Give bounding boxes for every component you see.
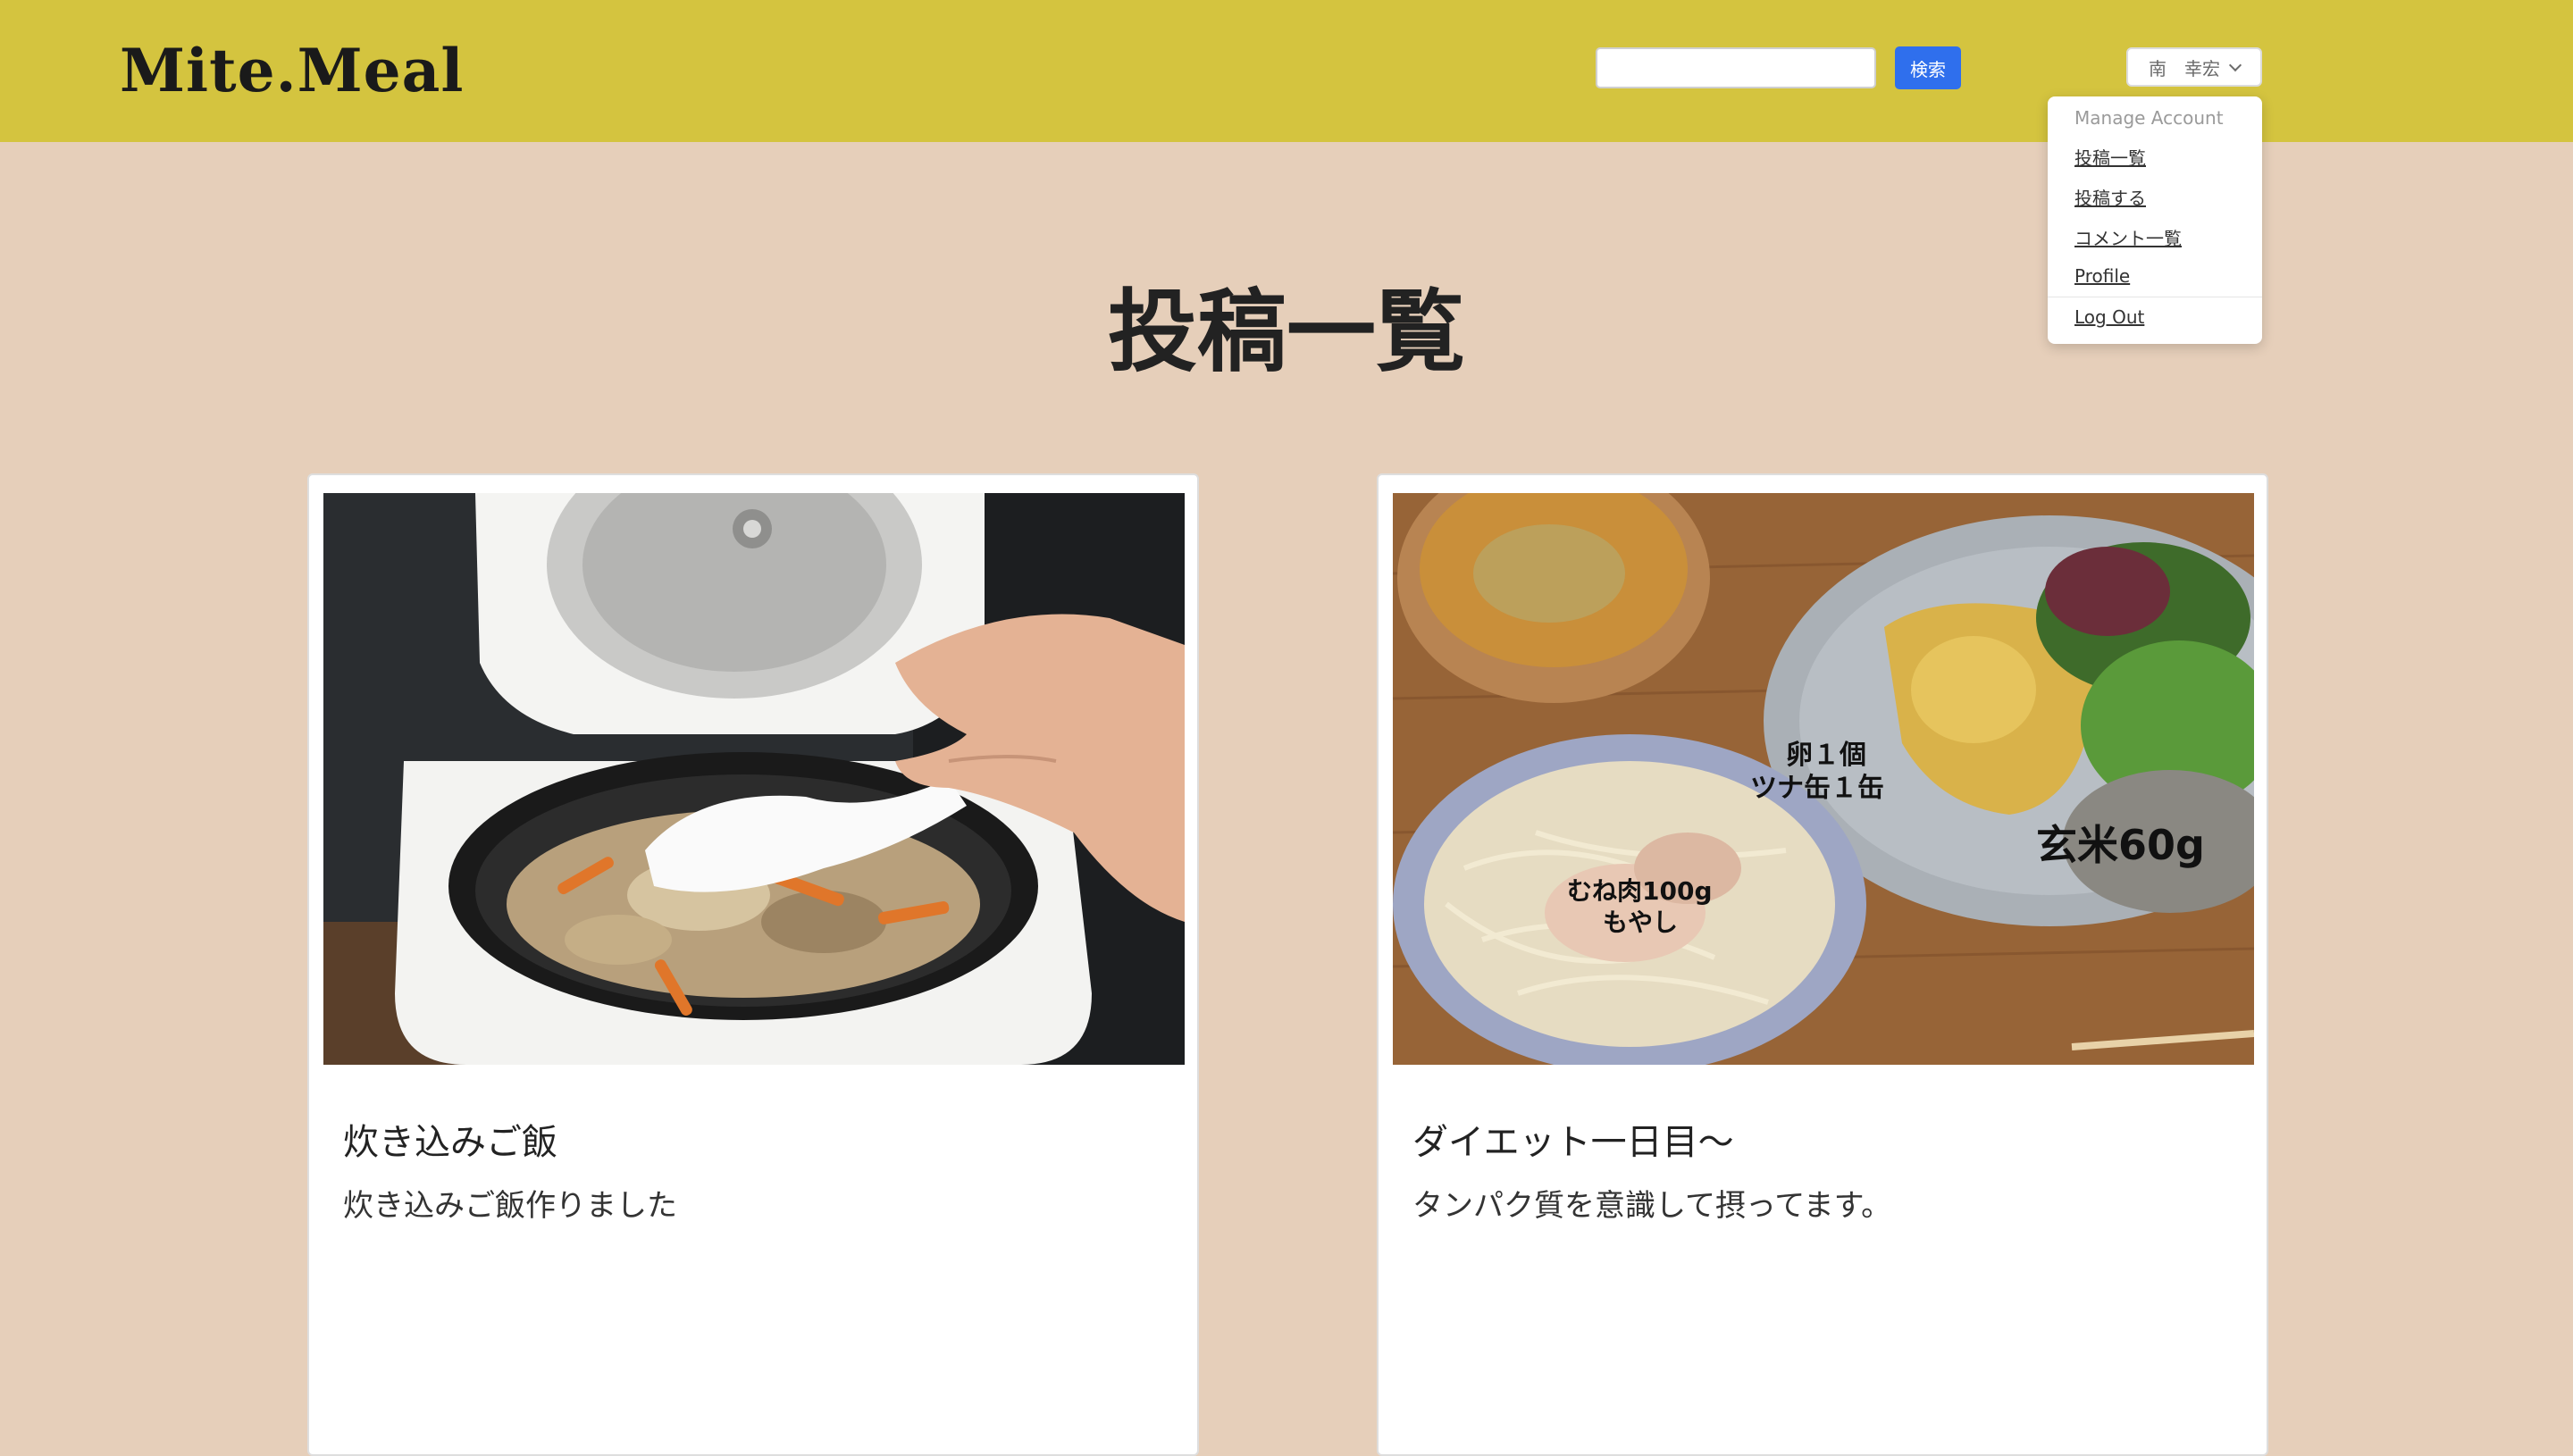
search-input[interactable] [1596,47,1876,88]
diet-meal-photo: 卵１個 ツナ缶１缶 玄米60g むね肉100g もやし [1393,493,2254,1065]
overlay-tuna: ツナ缶１缶 [1750,773,1884,804]
menu-item-comments[interactable]: コメント一覧 [2074,224,2182,250]
manage-account-label: Manage Account [2074,107,2224,129]
overlay-egg: 卵１個 [1786,740,1866,771]
menu-item-posts[interactable]: 投稿一覧 [2074,144,2146,170]
site-logo[interactable]: Mite.Meal [120,36,464,105]
post-title: 炊き込みご飯 [343,1122,557,1163]
post-body: 炊き込みご飯作りました [343,1188,677,1224]
menu-item-new-post[interactable]: 投稿する [2074,184,2146,210]
chevron-down-icon [2228,58,2242,71]
post-card[interactable]: 卵１個 ツナ缶１缶 玄米60g むね肉100g もやし ダイエット一日目〜 タン… [1377,473,2268,1456]
post-image[interactable] [323,493,1185,1065]
post-body: タンパク質を意識して摂ってます。 [1412,1188,1892,1224]
overlay-chicken: むね肉100g [1567,876,1713,906]
overlay-brown-rice: 玄米60g [2036,821,2205,869]
user-name: 南 幸宏 [2149,57,2220,79]
user-menu-button[interactable]: 南 幸宏 [2126,47,2262,87]
overlay-bean-sprouts: もやし [1603,908,1678,937]
search-button[interactable]: 検索 [1895,46,1961,89]
post-title: ダイエット一日目〜 [1412,1122,1734,1163]
page-title: 投稿一覧 [1108,280,1465,384]
post-card[interactable]: 炊き込みご飯 炊き込みご飯作りました [307,473,1199,1456]
post-image[interactable]: 卵１個 ツナ缶１缶 玄米60g むね肉100g もやし [1393,493,2254,1065]
rice-cooker-photo [323,493,1185,1065]
